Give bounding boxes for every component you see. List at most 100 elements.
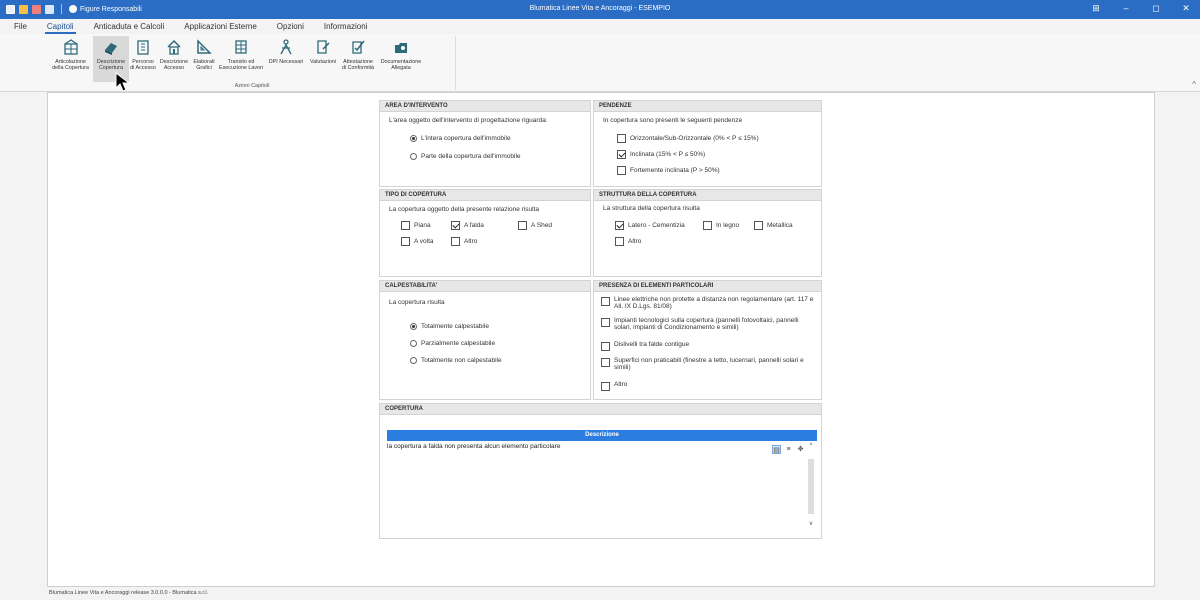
panel-elementi-particolari: PRESENZA DI ELEMENTI PARTICOLARI Linee e… (593, 280, 822, 400)
menu-opzioni[interactable]: Opzioni (275, 22, 306, 31)
minimize-button[interactable]: – (1118, 3, 1134, 14)
radio-parzialmente-calpestabile[interactable]: Parzialmente calpestabile (410, 340, 495, 347)
triangle-ruler-icon (197, 39, 212, 54)
checkbox-superfici-non-praticabili[interactable]: Superfici non praticabili (finestre a te… (601, 357, 816, 371)
elaborati-grafici-button[interactable]: Elaborati Grafici (191, 36, 217, 82)
descrizione-accesso-button[interactable]: Descrizione Accesso (157, 36, 191, 82)
panel-header: CALPESTABILITA' (380, 281, 590, 292)
radio-totalmente-calpestabile[interactable]: Totalmente calpestabile (410, 323, 489, 330)
view-card-icon[interactable]: ▤ (772, 445, 781, 454)
checkbox-label: Fortemente inclinata (P > 50%) (630, 167, 720, 174)
checkbox-piana[interactable]: Piana (401, 221, 431, 230)
move-icon[interactable]: ✥ (796, 445, 805, 454)
menu-file[interactable]: File (12, 22, 29, 31)
descrizione-text[interactable]: la copertura a falda non presenta alcun … (387, 443, 560, 450)
menu-anticaduta-calcoli[interactable]: Anticaduta e Calcoli (92, 22, 167, 31)
building-grid-icon (63, 39, 78, 55)
checkbox-label: Orizzontale/Sub-Orizzontale (0% < P ≤ 15… (630, 135, 759, 142)
menu-applicazioni-esterne[interactable]: Applicazioni Esterne (182, 22, 258, 31)
dpi-necessari-button[interactable]: DPI Necessari (265, 36, 307, 82)
attestazione-conformita-button[interactable]: Attestazione di Conformità (339, 36, 377, 82)
tool-label-2: Allegata (391, 65, 411, 71)
radio-totalmente-non-calpestabile[interactable]: Totalmente non calpestabile (410, 357, 502, 364)
panel-copertura: COPERTURA Descrizione la copertura a fal… (379, 403, 822, 539)
panel-header: PENDENZE (594, 101, 821, 112)
descrizione-column-header: Descrizione (387, 430, 817, 441)
checkbox-metallica[interactable]: Metallica (754, 221, 793, 230)
vertical-scrollbar[interactable]: ^ v (806, 443, 816, 527)
radio-indicator (410, 357, 417, 364)
checkbox-indicator (601, 382, 610, 391)
radio-intera-copertura[interactable]: L'intera copertura dell'immobile (410, 135, 511, 142)
panel-header: COPERTURA (380, 404, 821, 415)
scroll-up-icon[interactable]: ^ (807, 443, 815, 449)
checkbox-a-shed[interactable]: A Shed (518, 221, 552, 230)
radio-indicator (410, 153, 417, 160)
checkbox-altro[interactable]: Altro (615, 237, 641, 246)
checkbox-indicator (754, 221, 763, 230)
home-icon (167, 39, 181, 55)
checkbox-a-falda[interactable]: A falda (451, 221, 484, 230)
title-bar: Figure Responsabili Blumatica Linee Vita… (0, 0, 1200, 19)
panel-calpestabilita: CALPESTABILITA' La copertura risulta Tot… (379, 280, 591, 400)
tool-label-2: di Conformità (341, 65, 375, 71)
panel-area-intervento: AREA D'INTERVENTO L'area oggetto dell'in… (379, 100, 591, 187)
checkbox-inclinata[interactable]: Inclinata (15% < P ≤ 50%) (617, 150, 705, 159)
checkbox-indicator (518, 221, 527, 230)
maximize-button[interactable]: ◻ (1148, 3, 1164, 14)
checkbox-label: Metallica (767, 222, 793, 229)
checkbox-in-legno[interactable]: In legno (703, 221, 739, 230)
scroll-down-icon[interactable]: v (807, 521, 815, 527)
ribbon-collapse-icon[interactable]: ^ (1192, 80, 1196, 89)
checkbox-label: Piana (414, 222, 431, 229)
radio-parte-copertura[interactable]: Parte della copertura dell'immobile (410, 153, 521, 160)
checkbox-linee-elettriche[interactable]: Linee elettriche non protette a distanza… (601, 296, 816, 310)
panel-header: STRUTTURA DELLA COPERTURA (594, 190, 821, 201)
editor-tools: ▤ ≡ ✥ (772, 445, 805, 454)
transito-esecuzione-lavori-button[interactable]: Transito ed Esecuzione Lavori (217, 36, 265, 82)
list-icon[interactable]: ≡ (784, 445, 793, 454)
checkbox-altro[interactable]: Altro (601, 381, 816, 391)
panel-pendenze: PENDENZE In copertura sono presenti le s… (593, 100, 822, 187)
checkbox-altro[interactable]: Altro (451, 237, 477, 246)
checkbox-orizzontale[interactable]: Orizzontale/Sub-Orizzontale (0% < P ≤ 15… (617, 134, 759, 143)
radio-label: Totalmente calpestabile (421, 323, 489, 330)
harness-icon (280, 39, 292, 55)
scroll-thumb[interactable] (808, 459, 814, 514)
checkbox-indicator (601, 318, 610, 327)
radio-indicator (410, 340, 417, 347)
valutazioni-button[interactable]: Valutazioni (307, 36, 339, 82)
checkbox-impianti-tecnologici[interactable]: Impianti tecnologici sulla copertura (pa… (601, 317, 816, 331)
checkbox-indicator (401, 221, 410, 230)
window-controls: ⊞ – ◻ ✕ (1088, 3, 1194, 14)
checkbox-fortemente-inclinata[interactable]: Fortemente inclinata (P > 50%) (617, 166, 720, 175)
checkbox-indicator (451, 221, 460, 230)
menu-informazioni[interactable]: Informazioni (322, 22, 370, 31)
close-button[interactable]: ✕ (1178, 3, 1194, 14)
checkbox-dislivelli[interactable]: Dislivelli tra falde contigue (601, 341, 816, 351)
articolazione-copertura-button[interactable]: Articolazione della Copertura (48, 36, 93, 82)
documentazione-allegata-button[interactable]: Documentazione Allegata (377, 36, 425, 82)
menu-bar: File Capitoli Anticaduta e Calcoli Appli… (0, 19, 1200, 34)
radio-indicator (410, 135, 417, 142)
tool-label-2: Copertura (99, 65, 123, 71)
checkbox-label: A Shed (531, 222, 552, 229)
checkbox-label: A volta (414, 238, 434, 245)
ribbon-group-azioni-capitoli: Articolazione della Copertura Descrizion… (0, 36, 456, 90)
radio-label: Parzialmente calpestabile (421, 340, 496, 347)
calpestabilita-question: La copertura risulta (389, 299, 445, 306)
checkbox-a-volta[interactable]: A volta (401, 237, 434, 246)
percorso-accesso-button[interactable]: Percorso di Accesso (129, 36, 157, 82)
descrizione-text-area[interactable]: la copertura a falda non presenta alcun … (387, 441, 817, 527)
panel-header: TIPO DI COPERTURA (380, 190, 590, 201)
layout-icon[interactable]: ⊞ (1088, 3, 1104, 14)
right-margin (1155, 92, 1200, 587)
status-bar: Blumatica Linee Vita e Ancoraggi release… (0, 587, 1200, 600)
checkbox-indicator (601, 342, 610, 351)
tool-label-2: Esecuzione Lavori (218, 65, 264, 71)
menu-capitoli[interactable]: Capitoli (44, 22, 76, 34)
checkbox-latero-cementizia[interactable]: Latero - Cementizia (615, 221, 685, 230)
window-title: Blumatica Linee Vita e Ancoraggi - ESEMP… (529, 5, 671, 12)
checkbox-label: Impianti tecnologici sulla copertura (pa… (614, 317, 799, 331)
document-edit-icon (317, 40, 330, 54)
